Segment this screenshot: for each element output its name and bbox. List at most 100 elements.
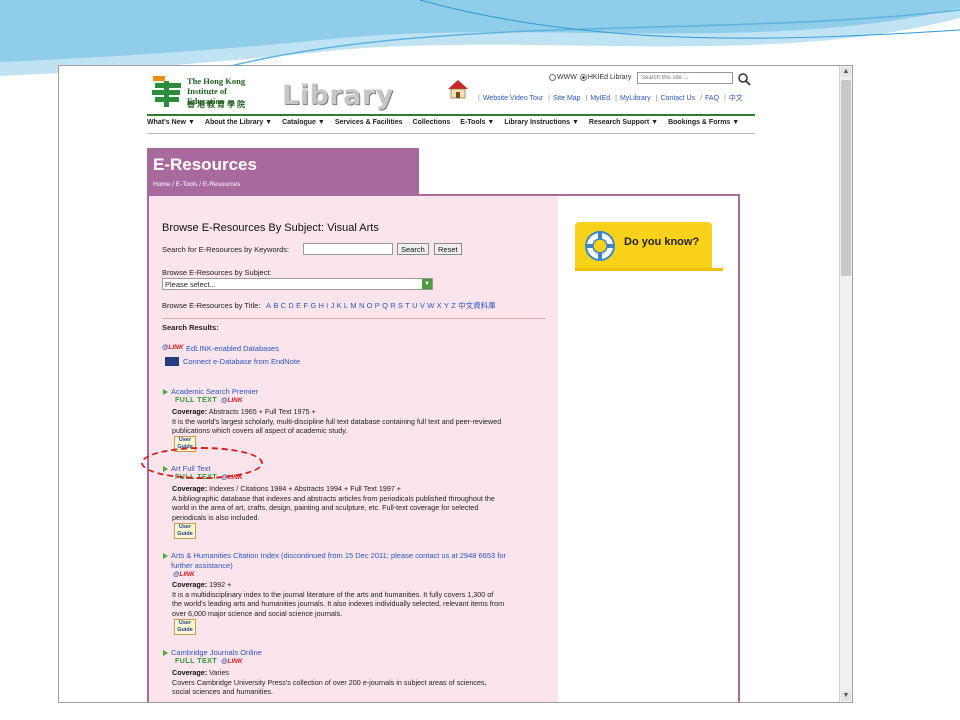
- scope-hkied-label: HKIEd Library: [587, 74, 632, 81]
- subject-label: Browse E-Resources by Subject:: [162, 268, 272, 277]
- edlink-badge-icon: @LINK: [173, 571, 195, 578]
- site-search-input[interactable]: [637, 72, 733, 84]
- letter-link[interactable]: O: [367, 301, 373, 310]
- did-you-know-underline: [575, 268, 723, 271]
- nav-etools[interactable]: E-Tools ▼: [460, 119, 494, 126]
- top-links: | Website Video Tour | Site Map | MyIEd | My…: [478, 95, 743, 102]
- did-you-know-label: Do you know?: [624, 236, 700, 248]
- page-title: E-Resources: [153, 155, 257, 174]
- logo-text-zh: 香港教育學院: [187, 100, 247, 109]
- endnote-link[interactable]: Connect e-Database from EndNote: [183, 357, 300, 366]
- scroll-thumb[interactable]: [841, 80, 851, 276]
- vertical-scrollbar[interactable]: ▲ ▼: [839, 66, 852, 702]
- link-site-map[interactable]: Site Map: [553, 95, 581, 102]
- page-banner: E-Resources Home / E-Tools / E-Resources: [147, 148, 419, 194]
- result-description: Coverage: 1992 + It is a multidisciplina…: [172, 580, 505, 618]
- keyword-search-input[interactable]: [303, 243, 393, 255]
- letter-link[interactable]: H: [318, 301, 323, 310]
- result-title-link[interactable]: Arts & Humanities Citation Index (discon…: [171, 551, 506, 560]
- letter-link[interactable]: P: [375, 301, 380, 310]
- link-contact-us[interactable]: Contact Us: [660, 95, 695, 102]
- result-title-link[interactable]: Cambridge Journals Online: [171, 648, 262, 657]
- main-nav: What's New ▼ About the Library ▼ Catalog…: [147, 119, 757, 126]
- browser-window: The Hong Kong Institute of Education 香港教…: [58, 65, 853, 703]
- letter-link[interactable]: T: [405, 301, 410, 310]
- result-description: Coverage: Indexes / Citations 1984 + Abs…: [172, 484, 495, 522]
- letter-link[interactable]: G: [310, 301, 316, 310]
- edlink-databases-link[interactable]: EdLINK-enabled Databases: [186, 344, 279, 353]
- result-description: Coverage: Abstracts 1965 + Full Text 197…: [172, 407, 502, 435]
- link-myied[interactable]: MyIEd: [590, 95, 610, 102]
- search-button[interactable]: Search: [397, 243, 429, 255]
- did-you-know-box[interactable]: Do you know?: [575, 222, 712, 268]
- nav-whats-new[interactable]: What's New ▼: [147, 119, 195, 126]
- user-guide-icon[interactable]: User Guide: [174, 523, 196, 539]
- arrow-bullet-icon: [163, 650, 168, 656]
- letter-link[interactable]: Y: [444, 301, 449, 310]
- letter-link[interactable]: E: [296, 301, 301, 310]
- result-title-link[interactable]: Academic Search Premier: [171, 387, 258, 396]
- reset-button[interactable]: Reset: [434, 243, 462, 255]
- subject-select-value: Please select...: [165, 280, 216, 289]
- search-icon[interactable]: [737, 72, 751, 86]
- nav-services[interactable]: Services & Facilities: [335, 119, 403, 126]
- edlink-badge-icon: @LINK: [221, 397, 243, 404]
- chevron-down-icon[interactable]: ▼: [422, 279, 432, 289]
- nav-instructions[interactable]: Library Instructions ▼: [504, 119, 579, 126]
- link-chinese[interactable]: 中文: [729, 95, 743, 102]
- edlink-badge-icon: @LINK: [162, 344, 184, 351]
- letter-link[interactable]: M: [350, 301, 356, 310]
- arrow-bullet-icon: [163, 553, 168, 559]
- letter-link[interactable]: F: [303, 301, 308, 310]
- letter-link[interactable]: C: [281, 301, 286, 310]
- letter-link[interactable]: S: [398, 301, 403, 310]
- endnote-icon: [165, 357, 179, 366]
- full-text-badge: FULL TEXT: [175, 658, 218, 665]
- link-faq[interactable]: FAQ: [705, 95, 719, 102]
- browse-heading: Browse E-Resources By Subject: Visual Ar…: [162, 222, 379, 234]
- scroll-down-icon[interactable]: ▼: [841, 691, 851, 701]
- results-heading: Search Results:: [162, 323, 219, 332]
- scope-www-label: WWW: [557, 74, 577, 81]
- nav-bookings[interactable]: Bookings & Forms ▼: [668, 119, 739, 126]
- header-divider: [147, 114, 755, 116]
- result-title-link-cont[interactable]: further assistance): [171, 561, 233, 570]
- letter-link[interactable]: W: [427, 301, 434, 310]
- hkied-logo-mark-icon: [152, 76, 181, 107]
- arrow-bullet-icon: [163, 389, 168, 395]
- letter-link[interactable]: I: [326, 301, 328, 310]
- nav-about[interactable]: About the Library ▼: [205, 119, 272, 126]
- user-guide-icon[interactable]: User Guide: [174, 619, 196, 635]
- letter-link[interactable]: L: [344, 301, 348, 310]
- letter-link[interactable]: Q: [382, 301, 388, 310]
- hkied-logo[interactable]: The Hong Kong Institute of Education 香港教…: [151, 72, 266, 114]
- subject-select[interactable]: Please select... ▼: [162, 278, 433, 290]
- title-browse-label: Browse E-Resources by Title:: [162, 301, 261, 310]
- letter-link[interactable]: R: [390, 301, 395, 310]
- scope-hkied-radio[interactable]: [579, 74, 587, 81]
- lifebuoy-icon: [585, 231, 615, 261]
- letter-link[interactable]: K: [337, 301, 342, 310]
- letter-link[interactable]: V: [420, 301, 425, 310]
- nav-divider: [147, 133, 755, 134]
- library-wordmark: Library: [282, 80, 394, 111]
- letter-link[interactable]: Z: [451, 301, 456, 310]
- letter-link[interactable]: J: [331, 301, 335, 310]
- scope-www-radio[interactable]: [549, 74, 556, 81]
- letter-link[interactable]: B: [273, 301, 278, 310]
- nav-catalogue[interactable]: Catalogue ▼: [282, 119, 325, 126]
- letter-link-chinese[interactable]: 中文資料庫: [458, 301, 496, 310]
- letter-link[interactable]: D: [288, 301, 293, 310]
- letter-link[interactable]: A: [266, 301, 271, 310]
- link-mylibrary[interactable]: MyLibrary: [620, 95, 651, 102]
- edlink-badge-icon: @LINK: [221, 658, 243, 665]
- link-video-tour[interactable]: Website Video Tour: [483, 95, 543, 102]
- nav-research[interactable]: Research Support ▼: [589, 119, 658, 126]
- scroll-up-icon[interactable]: ▲: [841, 67, 851, 77]
- letter-link[interactable]: U: [412, 301, 417, 310]
- nav-collections[interactable]: Collections: [413, 119, 451, 126]
- breadcrumb[interactable]: Home / E-Tools / E-Resources: [153, 181, 240, 188]
- home-icon[interactable]: [447, 78, 469, 100]
- letter-link[interactable]: X: [437, 301, 442, 310]
- letter-link[interactable]: N: [359, 301, 364, 310]
